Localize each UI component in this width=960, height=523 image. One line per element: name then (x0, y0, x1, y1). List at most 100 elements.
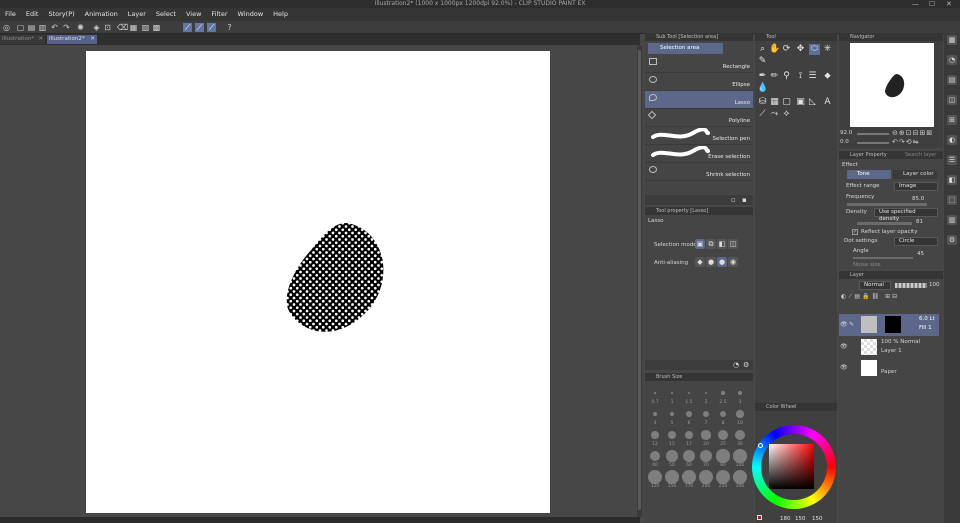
new-sub-tool-icon[interactable]: ▫ (731, 196, 736, 204)
brush-size-dot[interactable] (701, 430, 711, 440)
layer-name[interactable]: Paper (881, 369, 897, 375)
frequency-slider[interactable] (847, 203, 927, 206)
brush-size-dot[interactable] (652, 411, 658, 417)
visibility-eye-icon[interactable]: 👁 (840, 321, 848, 328)
rotate-icon[interactable]: ⟳ (781, 44, 792, 55)
snap-ruler-icon[interactable]: ⟋ (183, 23, 192, 32)
clip-studio-icon[interactable]: ◎ (2, 23, 11, 32)
brush-size-dot[interactable] (682, 470, 696, 484)
hue-value[interactable]: 180 (780, 515, 791, 523)
density-slider[interactable] (857, 222, 912, 225)
layer-color-button[interactable]: Layer color (893, 170, 937, 179)
menu-select[interactable]: Select (151, 8, 181, 21)
brush-size-dot[interactable] (721, 391, 725, 395)
brightness-value[interactable]: 150 (812, 515, 823, 523)
brush-size-dot[interactable] (719, 410, 727, 418)
opacity-value[interactable]: 100 (929, 282, 940, 288)
open-icon[interactable]: ▤ (27, 23, 36, 32)
navigator-zoom-buttons[interactable]: ⊖⊕⊡⊟⊞⊠ (892, 129, 933, 137)
brush-size-dot[interactable] (733, 449, 747, 463)
sub-tool-selection-pen[interactable]: Selection pen (645, 127, 753, 145)
dot-shape-dropdown[interactable]: Circle (894, 237, 938, 246)
brush-size-dot[interactable] (734, 429, 746, 441)
angle-value[interactable]: 45 (917, 251, 924, 257)
menu-help[interactable]: Help (268, 8, 293, 21)
panel-icon-7[interactable]: ☰ (947, 155, 957, 165)
tab-close-icon[interactable]: ✕ (90, 35, 95, 44)
layer-row-fill1[interactable]: 👁 ✎ 6.0 Lt Fill 1 (839, 314, 939, 336)
menu-filter[interactable]: Filter (206, 8, 232, 21)
detail-settings-icon[interactable]: ⚙ (743, 361, 749, 369)
brush-size-dot[interactable] (684, 430, 694, 440)
save-icon[interactable]: ▥ (38, 23, 47, 32)
layer-name[interactable]: Fill 1 (919, 325, 932, 331)
fill-icon[interactable]: ◈ (92, 23, 101, 32)
brush-size-dot[interactable] (716, 449, 730, 463)
sub-tool-polyline[interactable]: Polyline (645, 109, 753, 127)
main-color-swatch[interactable] (757, 515, 762, 520)
aa-none-icon[interactable]: ◆ (695, 257, 705, 267)
navigator-rotate-buttons[interactable]: ↶↷⟲⇋ (892, 138, 919, 146)
decoration-icon[interactable]: ☰ (807, 71, 818, 82)
layer-toolbar[interactable]: ◐⟋▤🔒⛓ ⊞⊟ (841, 293, 941, 303)
aa-medium-icon[interactable]: ● (717, 257, 727, 267)
gradient-icon[interactable]: ▦ (769, 97, 780, 108)
layer-row-paper[interactable]: 👁 Paper (839, 358, 939, 378)
brush-size-dot[interactable] (667, 430, 677, 440)
frame-icon[interactable]: ▣ (795, 97, 806, 108)
navigator-angle-value[interactable]: 0.0 (840, 139, 849, 145)
undo-icon[interactable]: ↶ (50, 23, 59, 32)
menu-layer[interactable]: Layer (123, 8, 151, 21)
brush-size-dot[interactable] (736, 410, 744, 418)
density-dropdown[interactable]: Use specified density (874, 208, 938, 222)
hue-ring[interactable] (752, 425, 836, 509)
brush-size-dot[interactable] (704, 391, 708, 395)
angle-slider[interactable] (857, 142, 889, 144)
auto-select-icon[interactable]: ✳ (822, 44, 833, 55)
sub-tool-erase-selection[interactable]: Erase selection (645, 145, 753, 163)
frequency-value[interactable]: 85.0 (912, 196, 924, 202)
panel-icon-10[interactable]: ▥ (947, 215, 957, 225)
aa-weak-icon[interactable]: ● (706, 257, 716, 267)
help-icon[interactable]: ? (225, 23, 234, 32)
redo-icon[interactable]: ↷ (62, 23, 71, 32)
brush-size-dot[interactable] (683, 450, 695, 462)
sub-tool-shrink-selection[interactable]: Shrink selection (645, 163, 753, 181)
deselect-icon[interactable]: ▨ (141, 23, 150, 32)
tab-illustration2[interactable]: Illustration2* ✕ (47, 35, 97, 44)
layer-row-layer1[interactable]: 👁 100 % Normal Layer 1 (839, 337, 939, 357)
maximize-button[interactable]: ☐ (929, 0, 935, 8)
sub-tool-lasso[interactable]: Lasso (645, 91, 753, 109)
visibility-eye-icon[interactable]: 👁 (840, 343, 848, 350)
blend-mode-dropdown[interactable]: Normal (859, 281, 891, 290)
edit-pen-icon[interactable]: ✎ (849, 321, 854, 328)
brush-size-dot[interactable] (738, 391, 742, 395)
menu-story[interactable]: Story(P) (43, 8, 79, 21)
brush-size-dot[interactable] (669, 411, 675, 417)
scrollbar-thumb[interactable] (638, 50, 641, 510)
canvas-paper[interactable] (86, 51, 550, 513)
add-selection-icon[interactable]: ⧉ (706, 239, 716, 249)
hue-marker[interactable] (758, 443, 763, 448)
snap-grid-icon[interactable]: ⟋ (207, 23, 216, 32)
brush-size-dot[interactable] (716, 470, 730, 484)
zoom-icon[interactable]: ⌕ (757, 44, 768, 55)
menu-window[interactable]: Window (233, 8, 269, 21)
menu-file[interactable]: File (0, 8, 21, 21)
saturation-value[interactable]: 150 (795, 515, 806, 523)
brush-size-dot[interactable] (699, 449, 713, 463)
selection-tool-icon[interactable]: ⬭ (809, 44, 820, 55)
density-value[interactable]: 81 (916, 219, 923, 225)
opacity-slider[interactable] (895, 283, 927, 288)
menu-edit[interactable]: Edit (21, 8, 44, 21)
panel-icon-11[interactable]: ⚙ (947, 235, 957, 245)
brush-size-dot[interactable] (671, 392, 673, 394)
reset-icon[interactable]: ◔ (733, 361, 739, 369)
close-window-button[interactable]: ✕ (946, 0, 952, 8)
brush-size-dot[interactable] (654, 392, 656, 394)
snap-special-ruler-icon[interactable]: ⟋ (195, 23, 204, 32)
brush-size-dot[interactable] (699, 470, 713, 484)
text-icon[interactable]: A (822, 97, 833, 108)
panel-icon-4[interactable]: ◫ (947, 95, 957, 105)
aa-strong-icon[interactable]: ◉ (728, 257, 738, 267)
